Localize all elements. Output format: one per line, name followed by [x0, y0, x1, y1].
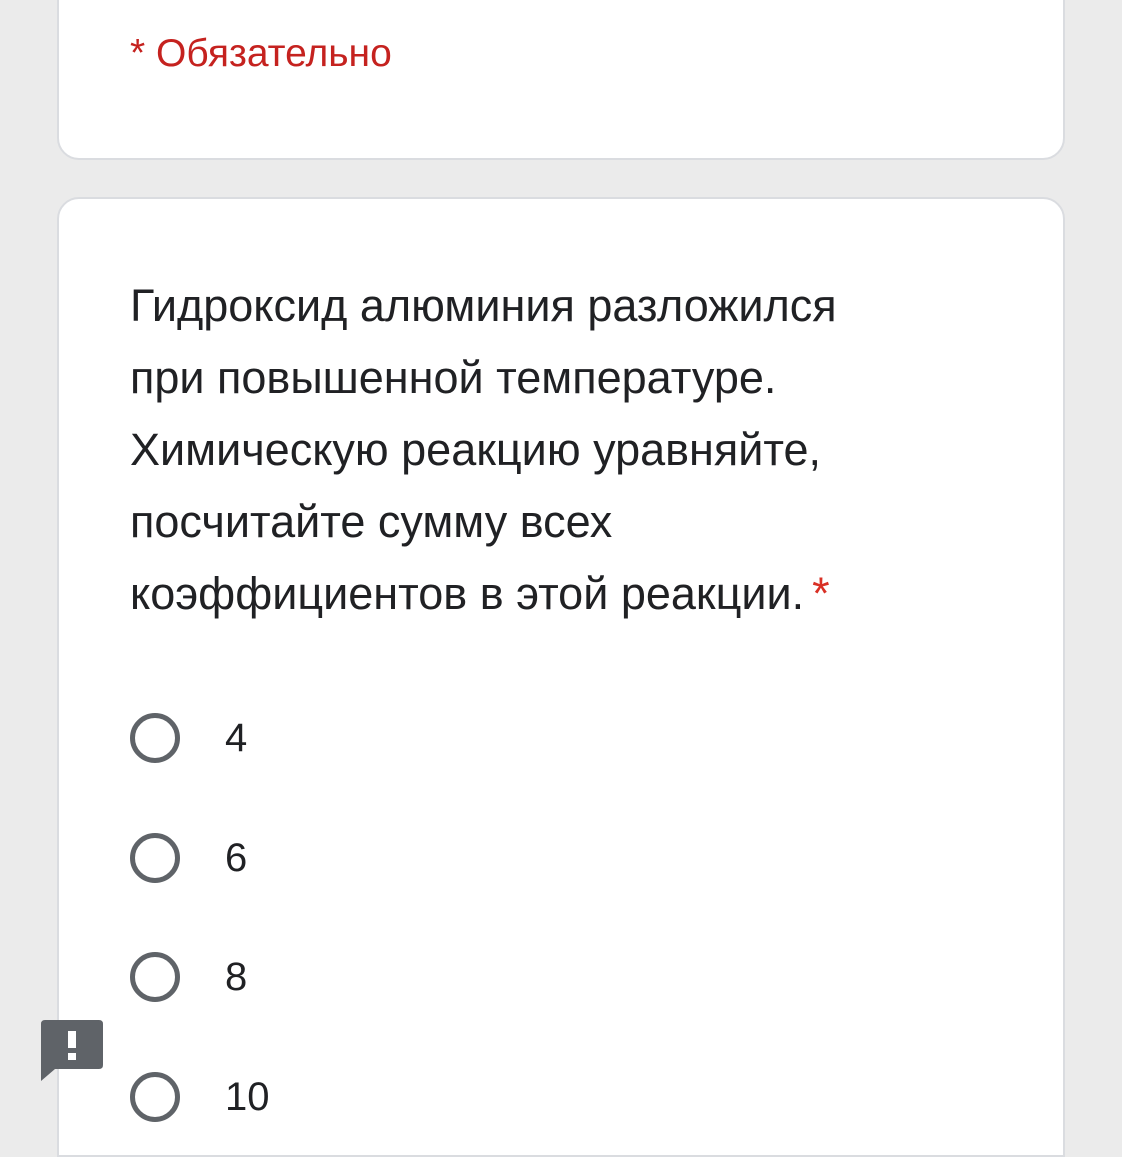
required-asterisk: * — [812, 568, 830, 619]
radio-option-8[interactable]: 8 — [130, 946, 247, 1008]
report-problem-button[interactable] — [41, 1020, 103, 1082]
radio-option-10[interactable]: 10 — [130, 1066, 270, 1128]
question-line: Гидроксид алюминия разложился — [130, 280, 837, 331]
option-label: 8 — [225, 955, 248, 999]
question-title: Гидроксид алюминия разложился при повыше… — [130, 270, 990, 630]
radio-button[interactable] — [130, 833, 180, 883]
radio-option-6[interactable]: 6 — [130, 827, 247, 889]
question-line: посчитайте сумму всех — [130, 496, 613, 547]
radio-option-4[interactable]: 4 — [130, 707, 247, 769]
radio-button[interactable] — [130, 952, 180, 1002]
radio-button[interactable] — [130, 1072, 180, 1122]
option-label: 6 — [225, 836, 248, 880]
radio-button[interactable] — [130, 713, 180, 763]
required-note: * Обязательно — [130, 32, 392, 75]
exclamation-report-icon — [41, 1020, 103, 1081]
question-line: Химическую реакцию уравняйте, — [130, 424, 822, 475]
option-label: 10 — [225, 1075, 270, 1119]
question-line: при повышенной температуре. — [130, 352, 777, 403]
option-label: 4 — [225, 716, 248, 760]
form-header-card — [57, 0, 1065, 160]
question-line: коэффициентов в этой реакции. — [130, 568, 805, 619]
question-line-last: коэффициентов в этой реакции. * — [130, 558, 990, 630]
